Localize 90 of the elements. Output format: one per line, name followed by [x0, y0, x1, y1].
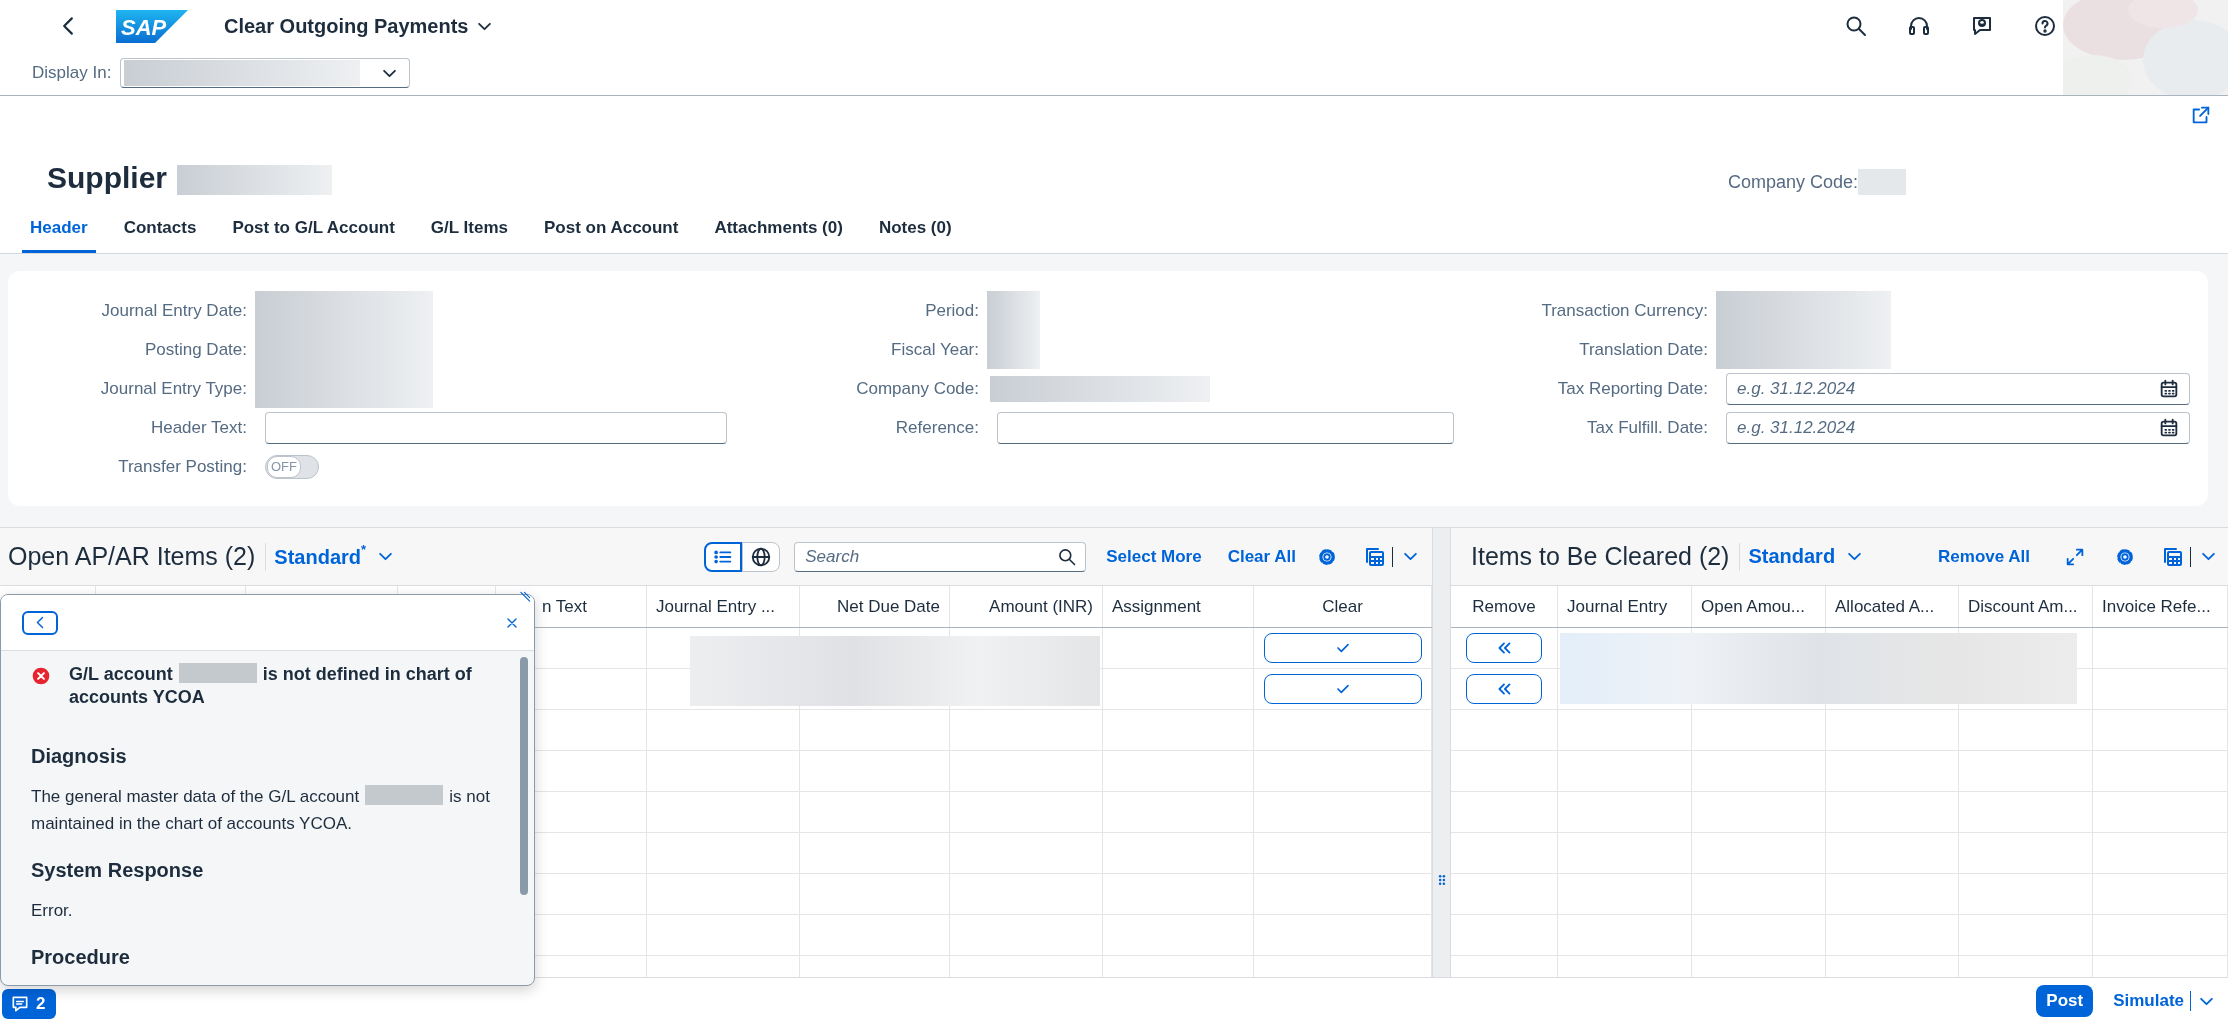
app-title-menu[interactable]: Clear Outgoing Payments: [224, 14, 492, 38]
chevron-down-icon: [382, 68, 398, 78]
scrollbar[interactable]: [520, 657, 528, 895]
field-label: Translation Date:: [1578, 339, 1708, 360]
field-label: Tax Fulfill. Date:: [1586, 417, 1708, 438]
share-icon[interactable]: [2190, 104, 2212, 126]
tab[interactable]: G/L Items: [422, 205, 516, 253]
tab[interactable]: Post to G/L Account: [224, 205, 403, 253]
search-icon[interactable]: [1057, 546, 1078, 567]
column-header[interactable]: Journal Entry ...: [656, 596, 776, 617]
redacted-block: [987, 291, 1040, 330]
column-header[interactable]: Discount Am...: [1968, 596, 2078, 617]
text-input-field[interactable]: [997, 411, 1454, 444]
message-text: The general master data of the G/L account is not maintained in the chart of accounts YCOA.: [31, 784, 491, 835]
section-heading: System Response: [31, 858, 205, 883]
error-message: G/L account is not defined in chart of accounts YCOA: [69, 663, 473, 709]
tab[interactable]: Notes (0): [870, 205, 960, 253]
post-button[interactable]: Post: [2036, 985, 2094, 1017]
feedback-icon[interactable]: [1970, 14, 1994, 38]
redacted-block: [987, 330, 1040, 369]
remove-button[interactable]: [1466, 674, 1542, 704]
variant-selector[interactable]: Standard$^{*}$: [274, 544, 394, 569]
field-label: Company Code:: [855, 378, 979, 399]
tab[interactable]: Contacts: [115, 205, 205, 253]
column-header[interactable]: Amount (INR): [989, 596, 1093, 617]
redacted-block: [1858, 169, 1906, 195]
column-header[interactable]: Net Due Date: [837, 596, 940, 617]
toolbar-link[interactable]: Select More: [1100, 546, 1208, 567]
text-input-field[interactable]: [265, 411, 727, 444]
table-title: Open AP/AR Items (2): [8, 542, 256, 571]
field-label: Fiscal Year:: [890, 339, 979, 360]
field-label: Posting Date:: [143, 339, 247, 360]
clear-button[interactable]: [1263, 674, 1422, 704]
field-label: Transaction Currency:: [1540, 300, 1708, 321]
field-label: Journal Entry Date:: [100, 300, 247, 321]
date-input-field[interactable]: e.g. 31.12.2024: [1726, 411, 2190, 444]
back-icon: [36, 616, 44, 629]
column-header[interactable]: Clear: [1322, 596, 1363, 617]
resize-handle-icon[interactable]: [518, 590, 532, 604]
remove-button[interactable]: [1466, 633, 1542, 663]
calendar-icon[interactable]: [2158, 416, 2180, 439]
field-label: Tax Reporting Date:: [1556, 378, 1708, 399]
chevron-down-icon[interactable]: [1403, 552, 1418, 561]
clear-button[interactable]: [1263, 633, 1422, 663]
section-heading: Diagnosis: [31, 744, 128, 769]
display-in-select[interactable]: [120, 58, 411, 88]
column-header[interactable]: Allocated A...: [1835, 596, 1935, 617]
field-label: Header Text:: [149, 417, 247, 438]
view-toggle-button[interactable]: [704, 541, 743, 572]
chevron-down-icon: [1847, 552, 1863, 561]
view-toggle-button[interactable]: [742, 541, 781, 572]
search-icon[interactable]: [1844, 14, 1868, 38]
variant-selector[interactable]: Standard: [1748, 545, 1863, 568]
message-icon: [10, 994, 30, 1014]
chevron-down-icon[interactable]: [2201, 552, 2216, 561]
chevron-down-icon: [476, 21, 492, 31]
section-heading: Procedure: [31, 945, 131, 970]
field-label: Journal Entry Type:: [99, 378, 247, 399]
field-label: Display In:: [32, 63, 112, 83]
field-label: Transfer Posting:: [117, 456, 247, 477]
tab[interactable]: Post on Account: [536, 205, 687, 253]
error-icon: [31, 666, 51, 686]
toolbar-link[interactable]: Remove All: [1932, 546, 2036, 567]
chevron-down-icon: [378, 552, 394, 561]
simulate-button[interactable]: Simulate: [2107, 991, 2190, 1011]
field-label: Reference:: [894, 417, 979, 438]
chevron-down-icon[interactable]: [2199, 996, 2214, 1006]
tab[interactable]: Attachments (0): [706, 205, 851, 253]
column-header[interactable]: Invoice Refe...: [2102, 596, 2211, 617]
search-field[interactable]: Search: [794, 541, 1087, 572]
toolbar-link[interactable]: Clear All: [1221, 546, 1302, 567]
message-text: Error.: [31, 900, 74, 922]
column-header[interactable]: Journal Entry: [1567, 596, 1668, 617]
calendar-icon[interactable]: [2158, 377, 2180, 400]
help-icon[interactable]: [2033, 14, 2057, 38]
table-title: Items to Be Cleared (2): [1471, 542, 1730, 571]
column-header[interactable]: Open Amou...: [1701, 596, 1805, 617]
messages-button[interactable]: 2: [2, 989, 56, 1019]
field-label: Company Code:: [1727, 171, 1858, 193]
headset-icon[interactable]: [1907, 14, 1931, 38]
back-icon[interactable]: [62, 16, 74, 36]
back-button[interactable]: [22, 610, 58, 635]
column-header[interactable]: Assignment: [1112, 596, 1201, 617]
globe-icon: [750, 545, 773, 568]
page-title: Supplier: [47, 161, 167, 195]
column-header[interactable]: n Text: [542, 596, 588, 617]
date-input-field[interactable]: e.g. 31.12.2024: [1726, 372, 2190, 405]
tab[interactable]: Header: [22, 205, 96, 253]
field-label: Period:: [924, 300, 979, 321]
column-header[interactable]: Remove: [1472, 596, 1536, 617]
